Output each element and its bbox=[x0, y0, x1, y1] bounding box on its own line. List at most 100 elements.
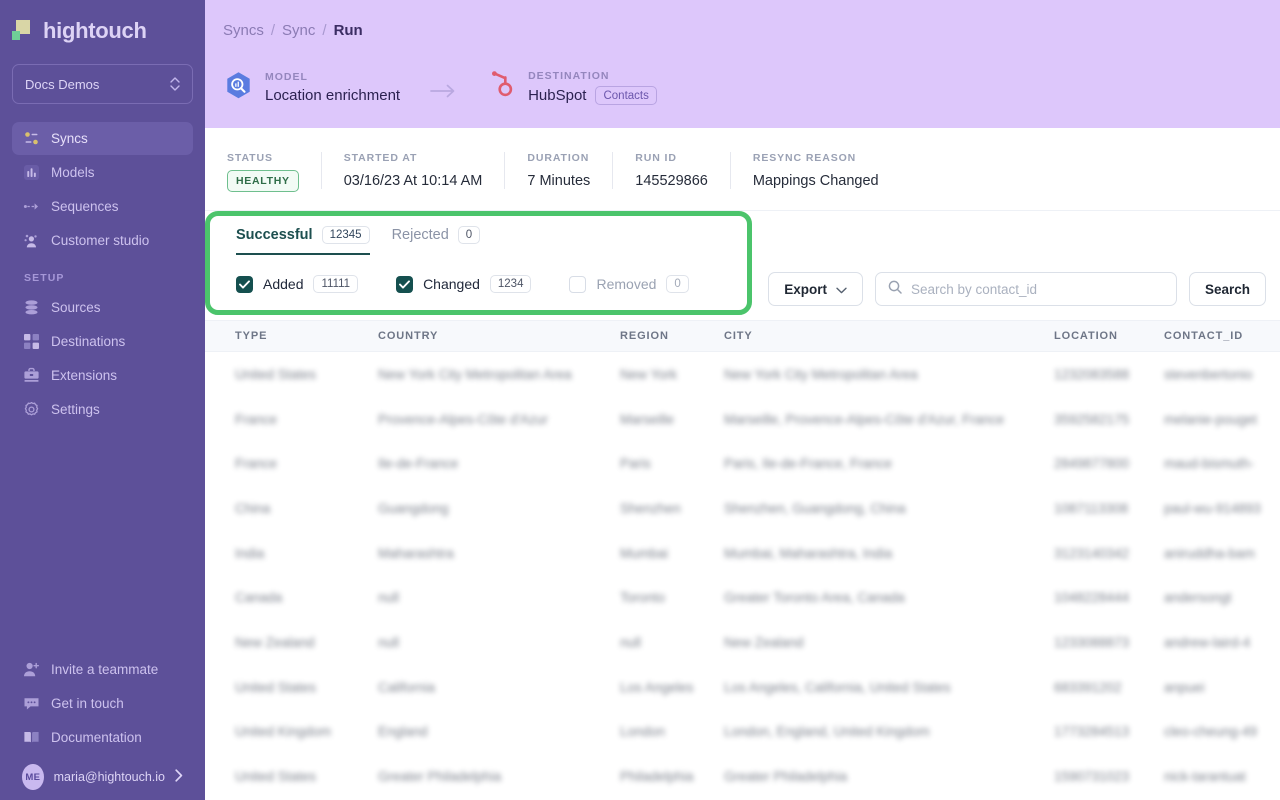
workspace-selector[interactable]: Docs Demos bbox=[12, 64, 193, 104]
cell-country: California bbox=[378, 680, 620, 695]
checkbox-changed[interactable] bbox=[396, 276, 413, 293]
user-email: maria@hightouch.io bbox=[54, 770, 165, 784]
user-account-row[interactable]: ME maria@hightouch.io bbox=[12, 756, 193, 790]
cell-contact-id: nick-tarantuat bbox=[1164, 769, 1280, 784]
breadcrumb-item-sync[interactable]: Sync bbox=[282, 22, 315, 39]
tab-rejected[interactable]: Rejected 0 bbox=[392, 226, 481, 255]
model-kicker: MODEL bbox=[265, 71, 308, 83]
primary-nav: Syncs Models bbox=[0, 122, 205, 427]
filter-count-badge: 0 bbox=[666, 275, 688, 293]
table-row[interactable]: United StatesNew York City Metropolitan … bbox=[205, 352, 1280, 397]
sidebar-item-extensions[interactable]: Extensions bbox=[12, 359, 193, 392]
cell-region: London bbox=[620, 724, 724, 739]
stat-key: RESYNC REASON bbox=[753, 152, 879, 164]
highlighted-filters-panel: Successful 12345 Rejected 0 Added 11 bbox=[205, 211, 752, 315]
table-row[interactable]: New ZealandnullnullNew Zealand1233088873… bbox=[205, 620, 1280, 665]
sidebar-item-syncs[interactable]: Syncs bbox=[12, 122, 193, 155]
cell-location: 1087113308 bbox=[1054, 501, 1164, 516]
search-input[interactable] bbox=[911, 282, 1164, 297]
sidebar-item-invite-teammate[interactable]: Invite a teammate bbox=[12, 653, 193, 686]
column-header-city[interactable]: CITY bbox=[724, 330, 1054, 342]
page-hero: Syncs / Sync / Run bbox=[205, 0, 1280, 128]
hightouch-logo-icon bbox=[12, 20, 34, 42]
sidebar-item-label: Models bbox=[51, 165, 95, 180]
destinations-icon bbox=[23, 333, 40, 350]
cell-region: Marseille bbox=[620, 412, 724, 427]
destination-object-chip: Contacts bbox=[595, 86, 656, 105]
filter-count-badge: 1234 bbox=[490, 275, 532, 293]
pipeline-destination-node[interactable]: DESTINATION HubSpot Contacts bbox=[486, 66, 657, 105]
cell-region: New York bbox=[620, 367, 724, 382]
sidebar-item-models[interactable]: Models bbox=[12, 156, 193, 189]
export-button[interactable]: Export bbox=[768, 272, 863, 306]
cell-type: United States bbox=[235, 680, 378, 695]
search-field-wrapper[interactable] bbox=[875, 272, 1177, 306]
pipeline-model-node[interactable]: MODEL Location enrichment bbox=[223, 67, 400, 104]
stat-value: 145529866 bbox=[635, 173, 708, 189]
tab-label: Rejected bbox=[392, 227, 449, 243]
filter-added[interactable]: Added 11111 bbox=[236, 275, 358, 293]
arrow-right-icon bbox=[430, 78, 456, 104]
sidebar-item-customer-studio[interactable]: Customer studio bbox=[12, 224, 193, 257]
models-icon bbox=[23, 164, 40, 181]
cell-contact-id: maud-bismuth- bbox=[1164, 456, 1280, 471]
breadcrumb-item-run: Run bbox=[334, 22, 363, 39]
stat-resync-reason: RESYNC REASON Mappings Changed bbox=[730, 152, 901, 189]
stat-run-id: RUN ID 145529866 bbox=[612, 152, 730, 189]
cell-region: Philadelphia bbox=[620, 769, 724, 784]
sidebar-item-label: Invite a teammate bbox=[51, 662, 158, 677]
stat-started-at: STARTED AT 03/16/23 At 10:14 AM bbox=[321, 152, 505, 189]
cell-location: 2849877800 bbox=[1054, 456, 1164, 471]
app-root: hightouch Docs Demos Syncs bbox=[0, 0, 1280, 800]
sidebar-item-label: Customer studio bbox=[51, 233, 149, 248]
table-row[interactable]: United StatesGreater PhiladelphiaPhilade… bbox=[205, 754, 1280, 799]
table-row[interactable]: FranceIle-de-FranceParisParis, Ile-de-Fr… bbox=[205, 441, 1280, 486]
cell-type: New Zealand bbox=[235, 635, 378, 650]
checkbox-removed[interactable] bbox=[569, 276, 586, 293]
checkbox-added[interactable] bbox=[236, 276, 253, 293]
sidebar-footer-nav: Invite a teammate Get in touch bbox=[0, 653, 205, 800]
chat-bubble-icon bbox=[23, 695, 40, 712]
stat-duration: DURATION 7 Minutes bbox=[504, 152, 612, 189]
column-header-location[interactable]: LOCATION bbox=[1054, 330, 1164, 342]
breadcrumb-item-syncs[interactable]: Syncs bbox=[223, 22, 264, 39]
sidebar-item-sources[interactable]: Sources bbox=[12, 291, 193, 324]
sidebar-item-settings[interactable]: Settings bbox=[12, 393, 193, 426]
filter-label: Added bbox=[263, 276, 303, 292]
cell-city: Shenzhen, Guangdong, China bbox=[724, 501, 1054, 516]
destination-kicker: DESTINATION bbox=[528, 70, 609, 82]
column-header-region[interactable]: REGION bbox=[620, 330, 724, 342]
cell-region: Mumbai bbox=[620, 546, 724, 561]
sidebar-item-get-in-touch[interactable]: Get in touch bbox=[12, 687, 193, 720]
table-row[interactable]: IndiaMaharashtraMumbaiMumbai, Maharashtr… bbox=[205, 531, 1280, 576]
sidebar-item-label: Documentation bbox=[51, 730, 142, 745]
table-row[interactable]: United StatesCaliforniaLos AngelesLos An… bbox=[205, 665, 1280, 710]
cell-country: null bbox=[378, 635, 620, 650]
tab-count-badge: 0 bbox=[458, 226, 480, 244]
stat-key: STARTED AT bbox=[344, 152, 483, 164]
sidebar-item-sequences[interactable]: Sequences bbox=[12, 190, 193, 223]
hubspot-icon bbox=[486, 70, 517, 101]
avatar: ME bbox=[22, 764, 44, 790]
cell-contact-id: andersongt bbox=[1164, 590, 1280, 605]
breadcrumb-separator: / bbox=[322, 22, 326, 39]
table-row[interactable]: United KingdomEnglandLondonLondon, Engla… bbox=[205, 710, 1280, 755]
sidebar-item-label: Get in touch bbox=[51, 696, 124, 711]
brand-logo[interactable]: hightouch bbox=[0, 0, 205, 60]
column-header-country[interactable]: COUNTRY bbox=[378, 330, 620, 342]
table-row[interactable]: FranceProvence-Alpes-Côte d'AzurMarseill… bbox=[205, 397, 1280, 442]
export-label: Export bbox=[784, 282, 827, 297]
column-header-contact-id[interactable]: CONTACT_ID bbox=[1164, 330, 1280, 342]
table-row[interactable]: CanadanullTorontoGreater Toronto Area, C… bbox=[205, 575, 1280, 620]
table-header-row: TYPE COUNTRY REGION CITY LOCATION CONTAC… bbox=[205, 320, 1280, 352]
sidebar-item-documentation[interactable]: Documentation bbox=[12, 721, 193, 754]
column-header-type[interactable]: TYPE bbox=[235, 330, 378, 342]
sidebar-item-destinations[interactable]: Destinations bbox=[12, 325, 193, 358]
tab-successful[interactable]: Successful 12345 bbox=[236, 226, 370, 255]
filter-removed[interactable]: Removed 0 bbox=[569, 275, 688, 293]
model-name: Location enrichment bbox=[265, 87, 400, 104]
cell-contact-id: paul-wu-914893 bbox=[1164, 501, 1280, 516]
filter-changed[interactable]: Changed 1234 bbox=[396, 275, 531, 293]
table-row[interactable]: ChinaGuangdongShenzhenShenzhen, Guangdon… bbox=[205, 486, 1280, 531]
search-button[interactable]: Search bbox=[1189, 272, 1266, 306]
